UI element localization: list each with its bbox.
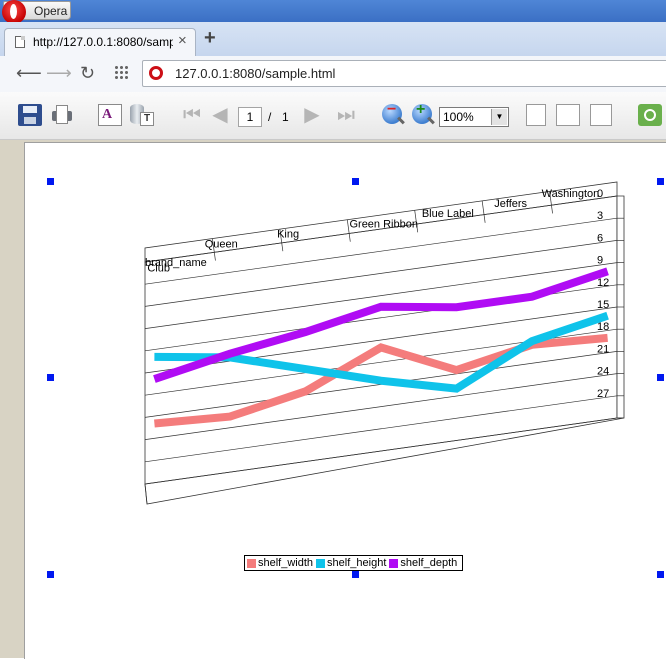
legend-swatch bbox=[389, 558, 399, 568]
legend-item-shelf_depth: shelf_depth bbox=[389, 557, 457, 569]
y-tick-label: 6 bbox=[597, 232, 603, 244]
y-tick-label: 12 bbox=[597, 277, 609, 289]
y-tick-label: 15 bbox=[597, 299, 609, 311]
x-category-label: Washington bbox=[542, 188, 600, 200]
x-category-label: King bbox=[277, 228, 299, 240]
legend-item-shelf_width: shelf_width bbox=[247, 557, 313, 569]
y-tick-label: 3 bbox=[597, 210, 603, 222]
legend-swatch bbox=[247, 558, 256, 568]
x-category-label: Queen bbox=[205, 239, 238, 251]
y-tick-label: 24 bbox=[597, 366, 609, 378]
legend-label: shelf_depth bbox=[400, 557, 458, 569]
y-tick-label: 9 bbox=[597, 255, 603, 267]
legend-item-shelf_height: shelf_height bbox=[316, 557, 386, 569]
legend-label: shelf_width bbox=[258, 557, 314, 569]
x-category-label: Blue Label bbox=[422, 208, 474, 220]
y-tick-label: 21 bbox=[597, 343, 609, 355]
x-category-label: Green Ribbon bbox=[349, 218, 418, 230]
legend-label: shelf_height bbox=[327, 557, 387, 569]
legend-swatch bbox=[316, 558, 326, 568]
y-tick-label: 27 bbox=[597, 388, 609, 400]
x-category-label: Jeffers bbox=[494, 198, 527, 210]
series-axis-label: brand_name bbox=[145, 257, 207, 269]
y-tick-label: 18 bbox=[597, 321, 609, 333]
chart-legend: shelf_width shelf_height shelf_depth bbox=[244, 555, 464, 571]
chart-floor-edge bbox=[144, 483, 148, 505]
